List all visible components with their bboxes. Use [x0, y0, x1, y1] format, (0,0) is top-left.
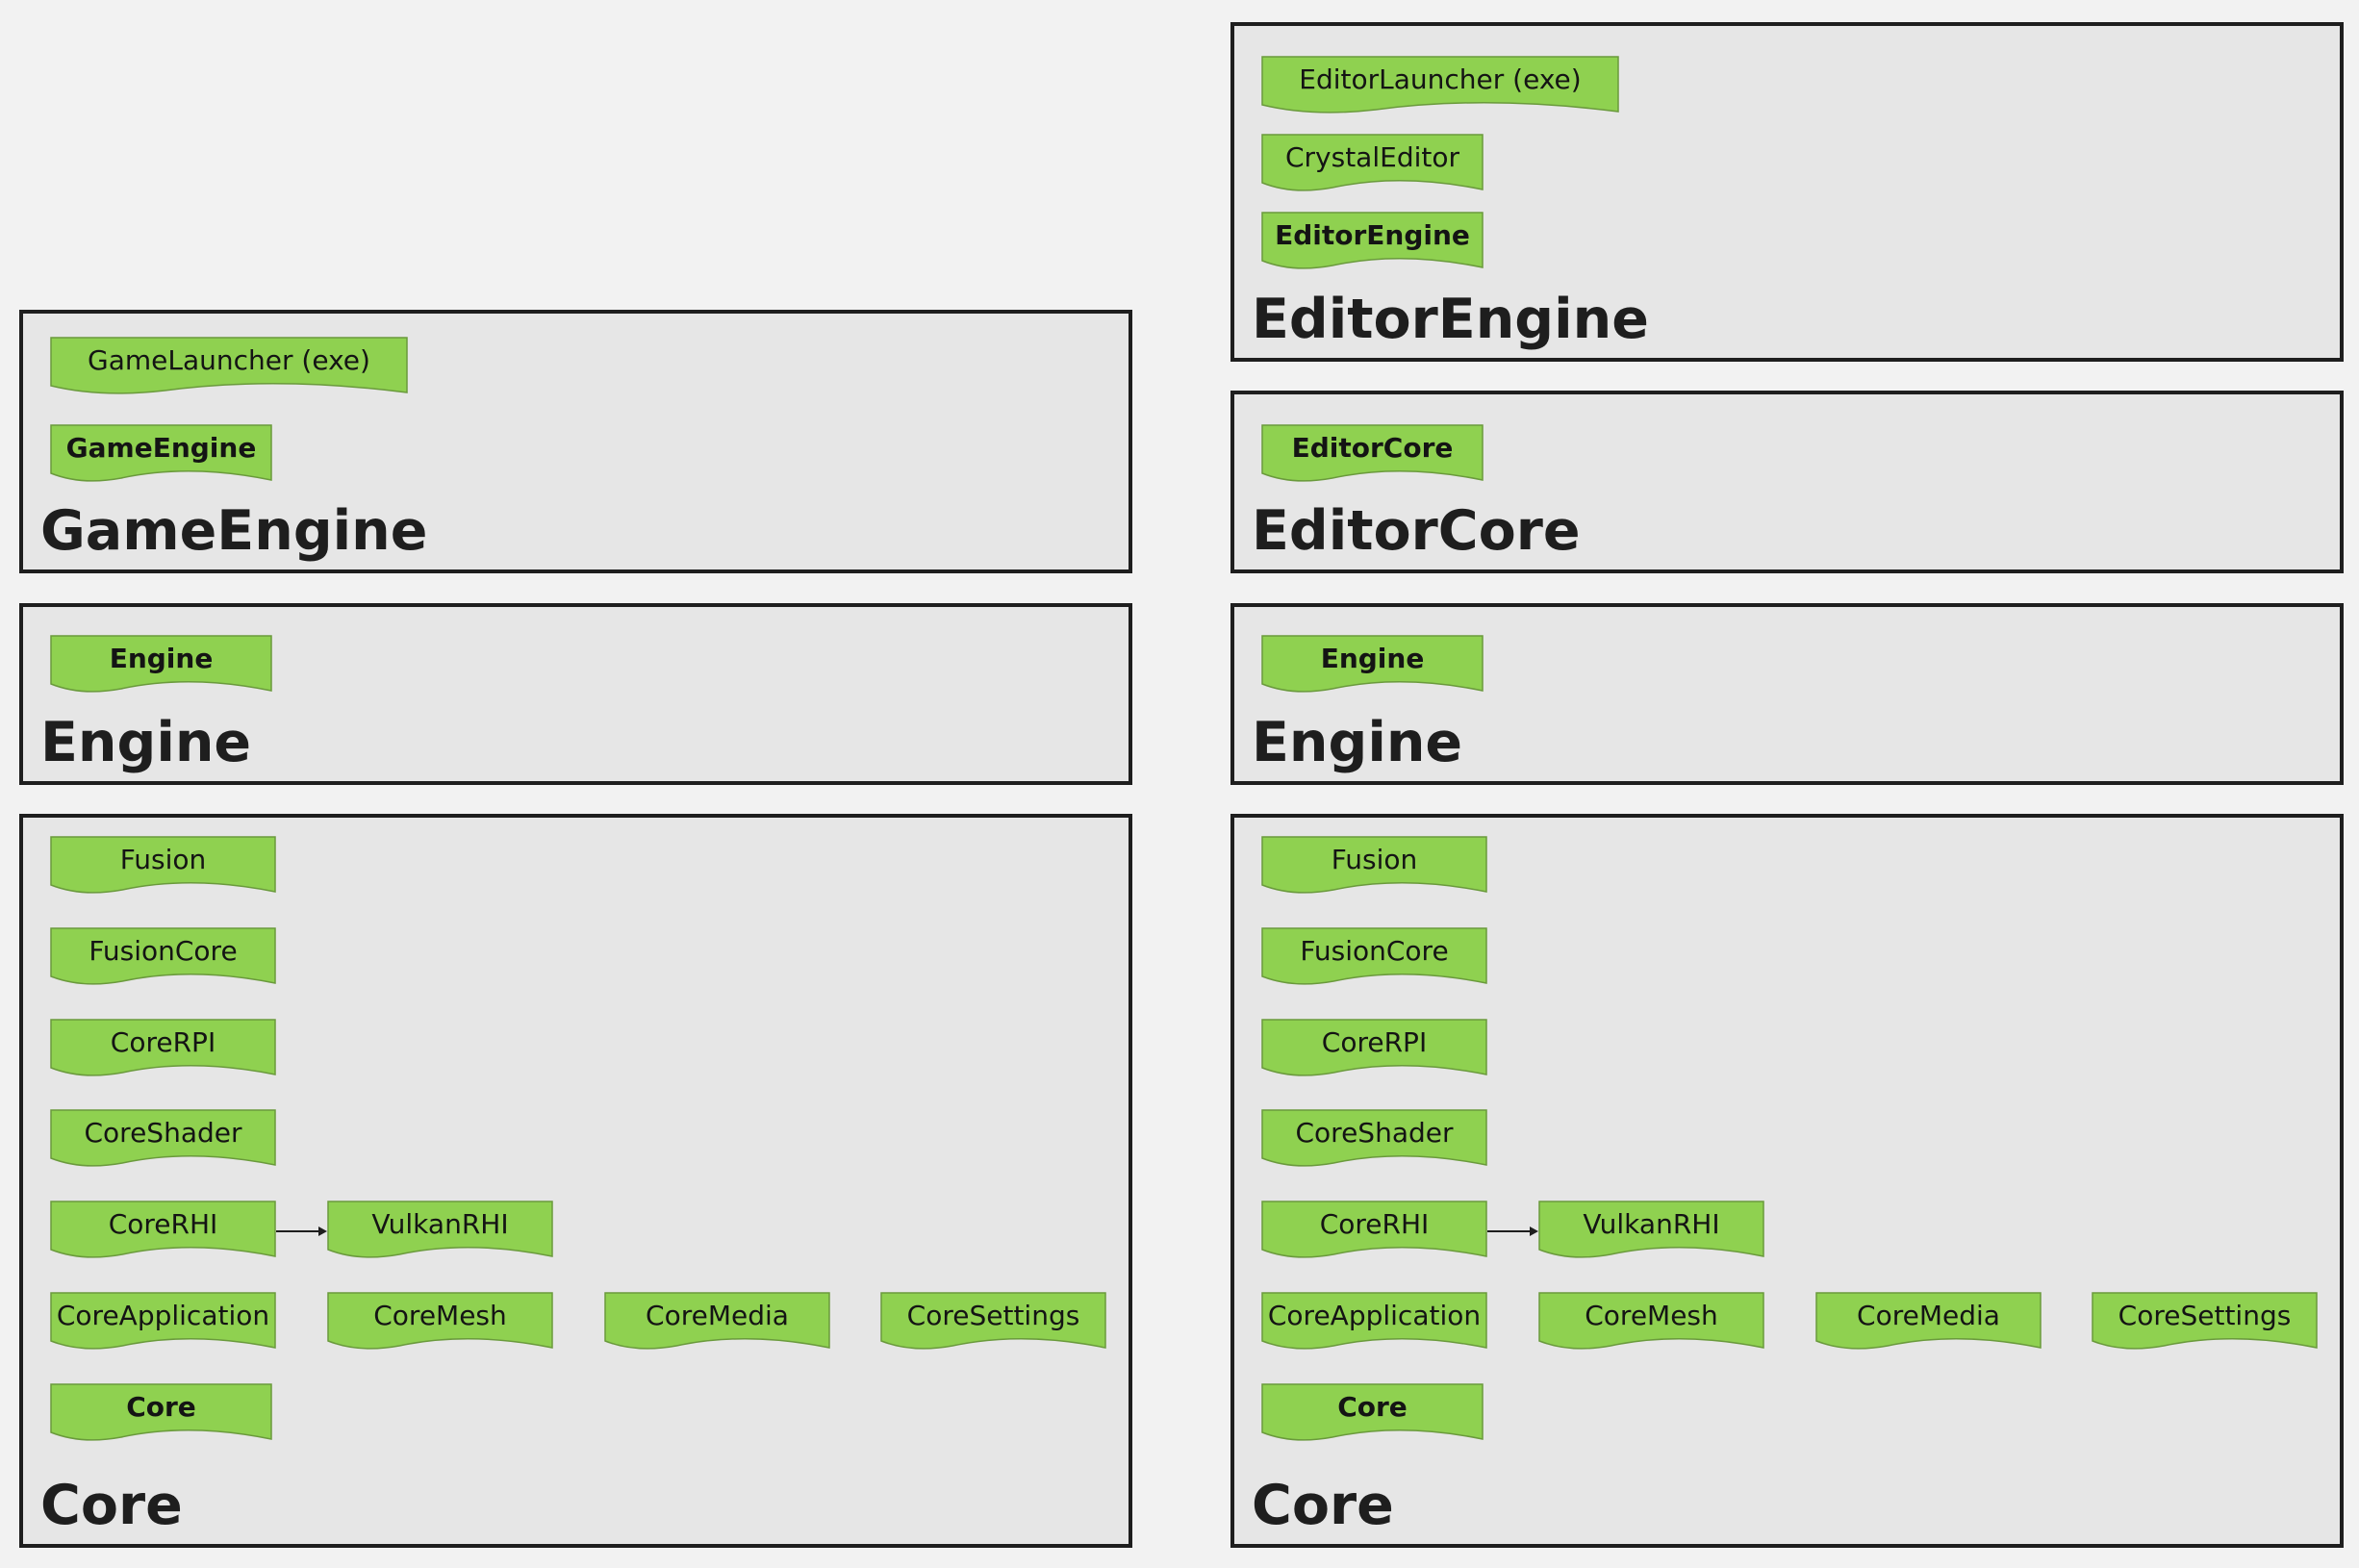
module-label: Engine	[109, 643, 214, 674]
module-label: VulkanRHI	[371, 1208, 509, 1240]
module-engine[interactable]: Engine	[50, 635, 272, 696]
module-core[interactable]: Core	[1261, 1383, 1484, 1445]
module-fusion[interactable]: Fusion	[50, 836, 276, 898]
module-crystal-editor[interactable]: CrystalEditor	[1261, 134, 1484, 195]
module-core-application[interactable]: CoreApplication	[1261, 1292, 1487, 1353]
module-label: GameLauncher (exe)	[88, 344, 370, 376]
module-label: CoreMedia	[1857, 1300, 2000, 1331]
module-core-rhi[interactable]: CoreRHI	[50, 1201, 276, 1262]
dependency-arrow	[276, 1227, 327, 1236]
module-label: Core	[1337, 1391, 1408, 1423]
module-label: FusionCore	[89, 935, 238, 967]
module-core-media[interactable]: CoreMedia	[1815, 1292, 2042, 1353]
module-label: VulkanRHI	[1583, 1208, 1720, 1240]
module-label: CoreMesh	[1585, 1300, 1718, 1331]
module-label: FusionCore	[1300, 935, 1449, 967]
module-core[interactable]: Core	[50, 1383, 272, 1445]
frame-engine-right: Engine Engine	[1230, 603, 2344, 785]
module-label: Core	[126, 1391, 196, 1423]
frame-core-right: Fusion FusionCore CoreRPI CoreShader Cor…	[1230, 814, 2344, 1548]
module-core-rpi[interactable]: CoreRPI	[1261, 1019, 1487, 1080]
module-label: CoreApplication	[1267, 1300, 1482, 1331]
module-label: Engine	[1320, 643, 1425, 674]
module-game-engine[interactable]: GameEngine	[50, 424, 272, 486]
module-label: CoreRHI	[1319, 1208, 1430, 1240]
frame-title: GameEngine	[40, 499, 428, 563]
module-core-mesh[interactable]: CoreMesh	[327, 1292, 553, 1353]
module-fusion[interactable]: Fusion	[1261, 836, 1487, 898]
module-label: CoreSettings	[906, 1300, 1080, 1331]
module-editor-core[interactable]: EditorCore	[1261, 424, 1484, 486]
module-label: EditorLauncher (exe)	[1299, 63, 1582, 95]
module-core-settings[interactable]: CoreSettings	[880, 1292, 1106, 1353]
module-label: EditorCore	[1291, 432, 1454, 464]
module-core-shader[interactable]: CoreShader	[1261, 1109, 1487, 1171]
module-core-application[interactable]: CoreApplication	[50, 1292, 276, 1353]
frame-title: Core	[40, 1474, 183, 1537]
frame-engine-left: Engine Engine	[19, 603, 1132, 785]
dependency-arrow	[1487, 1227, 1538, 1236]
module-label: CrystalEditor	[1284, 141, 1459, 173]
module-fusion-core[interactable]: FusionCore	[1261, 927, 1487, 989]
module-core-mesh[interactable]: CoreMesh	[1538, 1292, 1764, 1353]
frame-title: Engine	[1252, 711, 1463, 774]
module-core-rpi[interactable]: CoreRPI	[50, 1019, 276, 1080]
module-label: CoreSettings	[2118, 1300, 2292, 1331]
module-label: CoreRPI	[1321, 1026, 1428, 1058]
frame-title: Engine	[40, 711, 252, 774]
module-label: GameEngine	[65, 432, 257, 464]
module-label: CoreApplication	[56, 1300, 270, 1331]
module-label: CoreMesh	[373, 1300, 507, 1331]
frame-title: Core	[1252, 1474, 1394, 1537]
module-game-launcher[interactable]: GameLauncher (exe)	[50, 337, 408, 398]
frame-core-left: Fusion FusionCore CoreRPI CoreShader Cor…	[19, 814, 1132, 1548]
frame-title: EditorEngine	[1252, 288, 1649, 351]
module-label: Fusion	[119, 844, 207, 875]
module-vulkan-rhi[interactable]: VulkanRHI	[327, 1201, 553, 1262]
module-label: CoreShader	[1295, 1117, 1454, 1149]
module-editor-launcher[interactable]: EditorLauncher (exe)	[1261, 56, 1619, 117]
frame-title: EditorCore	[1252, 499, 1581, 563]
module-label: CoreMedia	[646, 1300, 789, 1331]
module-core-media[interactable]: CoreMedia	[604, 1292, 830, 1353]
module-core-settings[interactable]: CoreSettings	[2092, 1292, 2318, 1353]
module-label: CoreShader	[84, 1117, 242, 1149]
module-vulkan-rhi[interactable]: VulkanRHI	[1538, 1201, 1764, 1262]
module-core-shader[interactable]: CoreShader	[50, 1109, 276, 1171]
frame-editor-engine: EditorLauncher (exe) CrystalEditor Edito…	[1230, 22, 2344, 362]
frame-editor-core: EditorCore EditorCore	[1230, 391, 2344, 573]
module-core-rhi[interactable]: CoreRHI	[1261, 1201, 1487, 1262]
module-label: CoreRHI	[108, 1208, 218, 1240]
module-label: EditorEngine	[1275, 219, 1470, 251]
module-editor-engine[interactable]: EditorEngine	[1261, 212, 1484, 273]
frame-game-engine: GameLauncher (exe) GameEngine GameEngine	[19, 310, 1132, 573]
module-label: Fusion	[1331, 844, 1418, 875]
module-label: CoreRPI	[110, 1026, 216, 1058]
module-engine[interactable]: Engine	[1261, 635, 1484, 696]
module-fusion-core[interactable]: FusionCore	[50, 927, 276, 989]
